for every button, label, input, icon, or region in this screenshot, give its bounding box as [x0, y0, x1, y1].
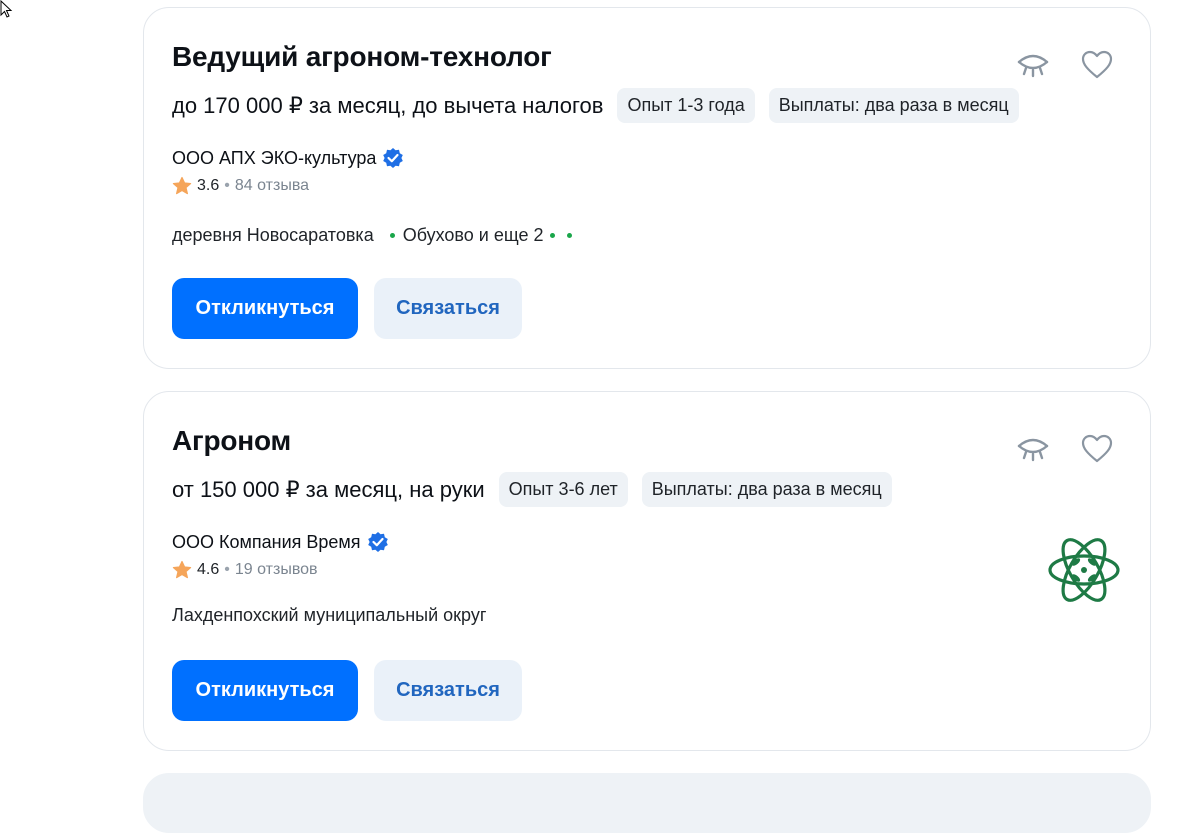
separator-dot: •	[224, 561, 230, 578]
payment-tag: Выплаты: два раза в месяц	[768, 88, 1019, 123]
salary-row: от 150 000 ₽ за месяц, на руки Опыт 3-6 …	[172, 472, 892, 507]
metro-dot-icon	[566, 233, 572, 238]
heart-icon[interactable]	[1081, 50, 1113, 80]
contact-button[interactable]: Связаться	[374, 660, 522, 721]
mouse-cursor-icon	[0, 0, 13, 18]
heart-icon[interactable]	[1081, 434, 1113, 464]
company-logo[interactable]	[1046, 532, 1122, 608]
salary: от 150 000 ₽ за месяц, на руки	[172, 476, 485, 502]
actions: Откликнуться Связаться	[172, 278, 522, 339]
contact-button[interactable]: Связаться	[374, 278, 522, 339]
vacancy-card[interactable]: Агроном от 150 000 ₽ за месяц, на руки О…	[143, 391, 1151, 751]
experience-tag: Опыт 1-3 года	[617, 88, 755, 123]
eye-closed-icon[interactable]	[1016, 50, 1050, 80]
metro-station: Обухово и еще 2	[402, 225, 544, 245]
payment-tag: Выплаты: два раза в месяц	[641, 472, 892, 507]
vacancy-title[interactable]: Ведущий агроном-технолог	[172, 41, 552, 73]
company-row: ООО АПХ ЭКО-культура	[172, 147, 404, 169]
actions: Откликнуться Связаться	[172, 660, 522, 721]
company-name[interactable]: ООО Компания Время	[172, 532, 361, 553]
rating-row[interactable]: 4.6 • 19 отзывов	[172, 560, 318, 580]
star-icon	[172, 176, 192, 195]
salary-row: до 170 000 ₽ за месяц, до вычета налогов…	[172, 88, 1019, 123]
star-icon	[172, 560, 192, 579]
rating-value: 3.6	[197, 177, 220, 194]
location: Лахденпохский муниципальный округ	[172, 605, 487, 625]
respond-button[interactable]: Откликнуться	[172, 278, 358, 339]
company-name[interactable]: ООО АПХ ЭКО-культура	[172, 148, 376, 169]
vacancy-title[interactable]: Агроном	[172, 425, 291, 457]
respond-button[interactable]: Откликнуться	[172, 660, 358, 721]
company-row: ООО Компания Время	[172, 531, 389, 553]
rating-row[interactable]: 3.6 • 84 отзыва	[172, 176, 309, 196]
salary: до 170 000 ₽ за месяц, до вычета налогов	[172, 92, 604, 118]
location: деревня Новосаратовка	[172, 225, 374, 245]
location-row: Лахденпохский муниципальный округ	[172, 605, 486, 626]
vacancy-card[interactable]: Ведущий агроном-технолог до 170 000 ₽ за…	[143, 7, 1151, 369]
eye-closed-icon[interactable]	[1016, 434, 1050, 464]
separator-dot: •	[224, 177, 230, 194]
metro-dot-icon	[549, 233, 555, 238]
reviews-count[interactable]: 19 отзывов	[235, 561, 318, 579]
verified-badge-icon	[367, 532, 388, 552]
experience-tag: Опыт 3-6 лет	[498, 472, 628, 507]
location-row: деревня Новосаратовка Обухово и еще 2	[172, 225, 572, 246]
verified-badge-icon	[383, 148, 404, 168]
vacancy-card[interactable]	[143, 773, 1151, 833]
metro-dot-icon	[389, 233, 395, 238]
rating-value: 4.6	[197, 561, 220, 578]
reviews-count[interactable]: 84 отзыва	[235, 177, 309, 195]
